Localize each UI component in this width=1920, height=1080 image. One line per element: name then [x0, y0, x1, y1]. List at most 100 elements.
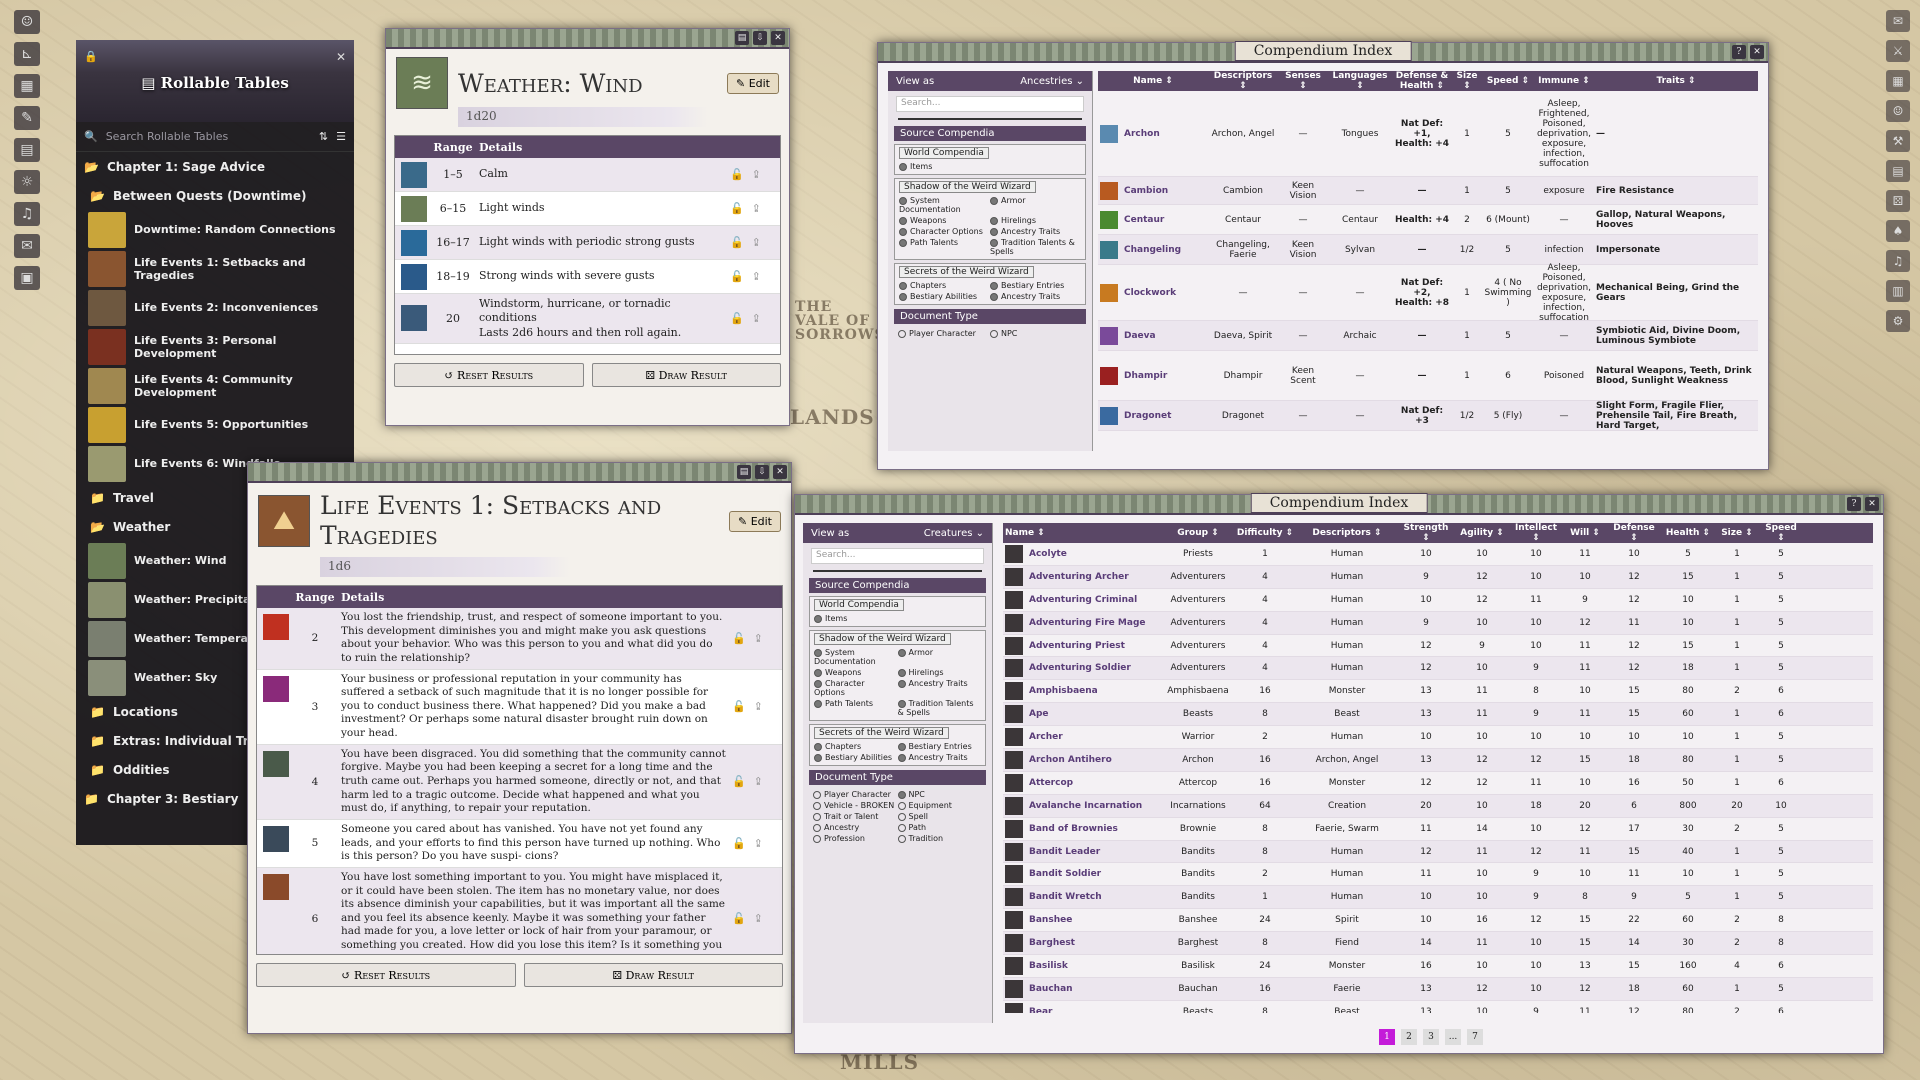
column-header[interactable]: Intellect ⇕: [1509, 523, 1563, 543]
filter-checkbox[interactable]: Tradition Talents & Spells: [990, 237, 1081, 257]
column-header[interactable]: Defense ⇕: [1607, 523, 1661, 543]
doc-type-option[interactable]: Trait or Talent: [813, 811, 898, 822]
edit-button[interactable]: ✎ Edit: [726, 72, 779, 94]
doc-type-option[interactable]: Path: [897, 822, 983, 833]
doc-type-option[interactable]: Profession: [813, 833, 898, 844]
filter-checkbox[interactable]: Armor: [990, 195, 1081, 215]
table-row[interactable]: Bear Beasts 8 Beast 13 10 9 11 12 80 2 6: [1003, 1001, 1873, 1013]
column-header[interactable]: Strength ⇕: [1397, 523, 1455, 543]
table-row[interactable]: Adventuring Fire Mage Adventurers 4 Human 9 1…: [1003, 611, 1873, 635]
settings-tab-icon[interactable]: ⚙: [1886, 310, 1910, 332]
table-row[interactable]: Attercop Attercop 16 Monster 12 12 11 10 16 50 1 6: [1003, 772, 1873, 795]
search-input[interactable]: [105, 130, 311, 143]
lighting-tool-icon[interactable]: ☼: [14, 170, 40, 194]
folder-between-quests[interactable]: 📂 Between Quests (Downtime): [76, 181, 354, 210]
column-header[interactable]: Speed ⇕: [1482, 76, 1534, 86]
table-row[interactable]: Acolyte Priests 1 Human 10 10 10 11 10 5 1 5: [1003, 543, 1873, 566]
folder-chapter-1[interactable]: 📂 Chapter 1: Sage Advice: [76, 152, 354, 181]
lock-icon[interactable]: 🔓: [732, 632, 746, 645]
column-header[interactable]: Descriptors ⇕: [1297, 528, 1397, 538]
draw-icon[interactable]: ⇪: [754, 775, 763, 788]
formula-field[interactable]: 1d20: [458, 107, 708, 127]
combat-tab-icon[interactable]: ⚔: [1886, 40, 1910, 62]
journal-tab-icon[interactable]: ▤: [1886, 160, 1910, 182]
close-icon[interactable]: ✕: [1750, 45, 1764, 59]
table-entry[interactable]: Life Events 2: Inconveniences: [76, 288, 354, 327]
draw-icon[interactable]: ⇪: [754, 700, 763, 713]
sound-tool-icon[interactable]: ♫: [14, 202, 40, 226]
page-button[interactable]: ...: [1445, 1029, 1461, 1045]
walls-tool-icon[interactable]: ▤: [14, 138, 40, 162]
column-header[interactable]: Descriptors ⇕: [1208, 71, 1278, 91]
column-header[interactable]: Name ⇕: [1098, 76, 1208, 86]
filter-checkbox[interactable]: Ancestry Traits: [990, 291, 1081, 302]
actors-tab-icon[interactable]: ☺: [1886, 100, 1910, 122]
filter-checkbox[interactable]: Bestiary Abilities: [814, 752, 898, 763]
table-row[interactable]: Bauchan Bauchan 16 Faerie 13 12 10 12 18 60 1 5: [1003, 977, 1873, 1001]
filter-checkbox[interactable]: System Documentation: [899, 195, 990, 215]
page-button[interactable]: 1: [1379, 1029, 1395, 1045]
doc-type-option[interactable]: Spell: [897, 811, 983, 822]
column-header[interactable]: Senses ⇕: [1278, 71, 1328, 91]
sheet-icon[interactable]: ▤: [737, 465, 751, 479]
doc-type-option[interactable]: Equipment: [897, 800, 983, 811]
draw-icon[interactable]: ⇪: [752, 312, 761, 325]
filter-checkbox[interactable]: Armor: [897, 647, 982, 667]
column-header[interactable]: Difficulty ⇕: [1233, 528, 1297, 538]
help-icon[interactable]: ?: [1847, 497, 1861, 511]
window-titlebar[interactable]: Compendium Index ? ✕: [878, 41, 1768, 63]
draw-icon[interactable]: ⇪: [754, 912, 763, 925]
table-row[interactable]: Adventuring Priest Adventurers 4 Human 12 9 10…: [1003, 635, 1873, 658]
doc-type-option[interactable]: Player Character: [813, 789, 898, 800]
filter-checkbox[interactable]: Tradition Talents & Spells: [897, 698, 982, 718]
filter-checkbox[interactable]: Bestiary Entries: [897, 741, 982, 752]
draw-result-button[interactable]: ⚄ Draw Result: [523, 963, 783, 987]
filter-checkbox[interactable]: Character Options: [814, 678, 898, 698]
filter-checkbox[interactable]: Hirelings: [897, 667, 982, 678]
table-row[interactable]: Bandit Leader Bandits 8 Human 12 11 12 11 15 40 1 5: [1003, 840, 1873, 864]
draw-icon[interactable]: ⇪: [752, 236, 761, 249]
filter-search-input[interactable]: Search...: [811, 548, 984, 564]
column-header[interactable]: Languages ⇕: [1328, 71, 1392, 91]
lock-icon[interactable]: 🔓: [730, 236, 744, 249]
lock-icon[interactable]: 🔓: [730, 168, 744, 181]
table-row[interactable]: Archer Warrior 2 Human 10 10 10 10 10 10 1 5: [1003, 726, 1873, 750]
page-button[interactable]: 3: [1423, 1029, 1439, 1045]
token-tool-icon[interactable]: ☺: [14, 10, 40, 34]
table-row[interactable]: Adventuring Archer Adventurers 4 Human 9 12 10…: [1003, 565, 1873, 589]
table-row[interactable]: Basilisk Basilisk 24 Monster 16 10 10 13 15 160 4 6: [1003, 955, 1873, 978]
column-header[interactable]: Group ⇕: [1163, 528, 1233, 538]
filter-checkbox[interactable]: Path Talents: [899, 237, 990, 257]
table-row[interactable]: Changeling Changeling, Faerie Keen Vision S…: [1098, 235, 1758, 265]
range-slider[interactable]: [813, 570, 982, 572]
range-slider[interactable]: [898, 118, 1082, 120]
tables-tab-icon[interactable]: ⚄: [1886, 190, 1910, 212]
table-row[interactable]: Daeva Daeva, Spirit — Archaic — 1 5 — Symbiotic …: [1098, 321, 1758, 351]
filter-checkbox[interactable]: Ancestry Traits: [897, 678, 982, 698]
lock-icon[interactable]: 🔓: [732, 775, 746, 788]
compendium-tab-icon[interactable]: ▥: [1886, 280, 1910, 302]
column-header[interactable]: Traits ⇕: [1594, 76, 1758, 86]
table-row[interactable]: Dhampir Dhampir Keen Scent — — 1 6 Poisoned Natu…: [1098, 351, 1758, 401]
edit-button[interactable]: ✎ Edit: [728, 510, 781, 532]
table-row[interactable]: Banshee Banshee 24 Spirit 10 16 12 15 22 60 2 8: [1003, 909, 1873, 933]
table-row[interactable]: Centaur Centaur — Centaur Health: +4 2 6 (Moun…: [1098, 205, 1758, 235]
collapse-folders-icon[interactable]: ☰: [336, 130, 346, 143]
filter-checkbox[interactable]: Chapters: [814, 741, 898, 752]
column-header[interactable]: Immune ⇕: [1534, 76, 1594, 86]
table-entry[interactable]: Life Events 1: Setbacks and Tragedies: [76, 249, 354, 288]
sheet-icon[interactable]: ▤: [735, 31, 749, 45]
draw-icon[interactable]: ⇪: [754, 837, 763, 850]
filter-checkbox[interactable]: Items: [899, 161, 1081, 172]
filter-checkbox[interactable]: Weapons: [814, 667, 898, 678]
column-header[interactable]: Will ⇕: [1563, 528, 1607, 538]
table-row[interactable]: Cambion Cambion Keen Vision — — 1 5 exposure Fir…: [1098, 177, 1758, 205]
draw-icon[interactable]: ⇪: [752, 270, 761, 283]
table-entry[interactable]: Life Events 3: Personal Development: [76, 327, 354, 366]
close-icon[interactable]: ✕: [336, 50, 346, 64]
lock-icon[interactable]: 🔓: [732, 700, 746, 713]
filter-checkbox[interactable]: Bestiary Abilities: [899, 291, 990, 302]
filter-checkbox[interactable]: Character Options: [899, 226, 990, 237]
lock-icon[interactable]: 🔓: [730, 270, 744, 283]
table-row[interactable]: Adventuring Soldier Adventurers 4 Human 12 10…: [1003, 657, 1873, 681]
